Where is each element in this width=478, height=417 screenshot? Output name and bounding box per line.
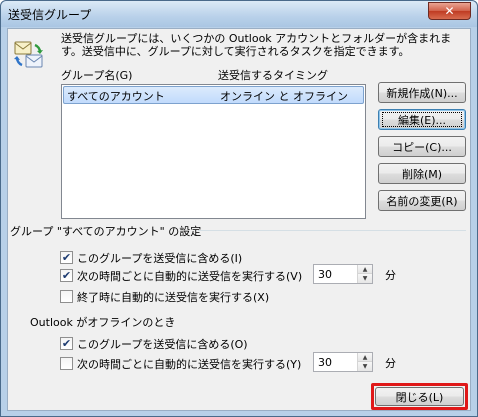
description-text: 送受信グループには、いくつかの Outlook アカウントとフォルダーが含まれま… <box>61 32 452 58</box>
new-group-button[interactable]: 新規作成(N)... <box>378 82 466 103</box>
spin-down-icon[interactable]: ▼ <box>358 362 372 371</box>
offline-minutes-spinner[interactable]: 30 ▲ ▼ <box>313 352 373 372</box>
close-button-label: 閉じる(L) <box>395 390 444 404</box>
close-window-button[interactable]: ✕ <box>428 2 471 20</box>
checkmark-icon: ✔ <box>61 269 72 282</box>
checkmark-icon: ✔ <box>61 337 72 350</box>
offline-minutes-value: 30 <box>318 356 332 369</box>
spin-up-icon[interactable]: ▲ <box>358 353 372 362</box>
rename-group-button[interactable]: 名前の変更(R) <box>378 190 466 211</box>
online-schedule-label: 次の時間ごとに自動的に送受信を実行する(V) <box>77 270 303 283</box>
offline-section-title: Outlook がオフラインのとき <box>30 316 176 329</box>
offline-include-label: このグループを送受信に含める(O) <box>77 338 248 351</box>
dialog-body: 送受信グループには、いくつかの Outlook アカウントとフォルダーが含まれま… <box>7 28 471 411</box>
online-schedule-checkbox[interactable]: ✔ <box>60 269 73 282</box>
checkmark-icon: ✔ <box>61 251 72 264</box>
offline-schedule-label: 次の時間ごとに自動的に送受信を実行する(Y) <box>77 358 302 371</box>
online-on-exit-checkbox[interactable] <box>60 290 73 303</box>
new-group-label: 新規作成(N)... <box>386 86 458 100</box>
offline-minutes-unit: 分 <box>385 357 396 370</box>
offline-include-checkbox[interactable]: ✔ <box>60 337 73 350</box>
column-header-group-name: グループ名(G) <box>61 69 133 82</box>
copy-group-button[interactable]: コピー(C)... <box>378 136 466 157</box>
online-minutes-spinner[interactable]: 30 ▲ ▼ <box>313 264 373 284</box>
online-include-label: このグループを送受信に含める(I) <box>77 252 243 265</box>
close-button[interactable]: 閉じる(L) <box>375 387 464 406</box>
copy-group-label: コピー(C)... <box>392 140 452 154</box>
send-receive-groups-dialog: 送受信グループ ✕ 送受信グループには、いくつかの Outlook アカウントと… <box>0 0 478 417</box>
row-group-name: すべてのアカウント <box>67 90 165 103</box>
row-timing: オンライン と オフライン <box>220 90 348 103</box>
send-receive-icon <box>14 41 43 68</box>
offline-schedule-checkbox[interactable] <box>60 357 73 370</box>
spinner-arrows: ▲ ▼ <box>357 265 372 283</box>
group-list[interactable]: すべてのアカウント オンライン と オフライン <box>61 84 366 219</box>
spin-down-icon[interactable]: ▼ <box>358 274 372 283</box>
close-icon: ✕ <box>444 4 455 18</box>
rename-group-label: 名前の変更(R) <box>386 194 458 208</box>
window-title: 送受信グループ <box>8 8 92 22</box>
online-minutes-value: 30 <box>318 268 332 281</box>
online-minutes-unit: 分 <box>385 269 396 282</box>
delete-group-button[interactable]: 削除(M) <box>378 163 466 184</box>
list-row-selected[interactable]: すべてのアカウント オンライン と オフライン <box>63 86 364 104</box>
delete-group-label: 削除(M) <box>401 167 443 181</box>
group-settings-title: グループ "すべてのアカウント" の設定 <box>10 225 202 238</box>
spinner-arrows: ▲ ▼ <box>357 353 372 371</box>
online-include-checkbox[interactable]: ✔ <box>60 251 73 264</box>
title-bar: 送受信グループ ✕ <box>1 1 477 27</box>
online-on-exit-label: 終了時に自動的に送受信を実行する(X) <box>77 291 270 304</box>
edit-focus-ring <box>382 112 462 127</box>
column-header-timing: 送受信するタイミング <box>218 69 328 82</box>
spin-up-icon[interactable]: ▲ <box>358 265 372 274</box>
group-settings-divider <box>198 230 466 231</box>
